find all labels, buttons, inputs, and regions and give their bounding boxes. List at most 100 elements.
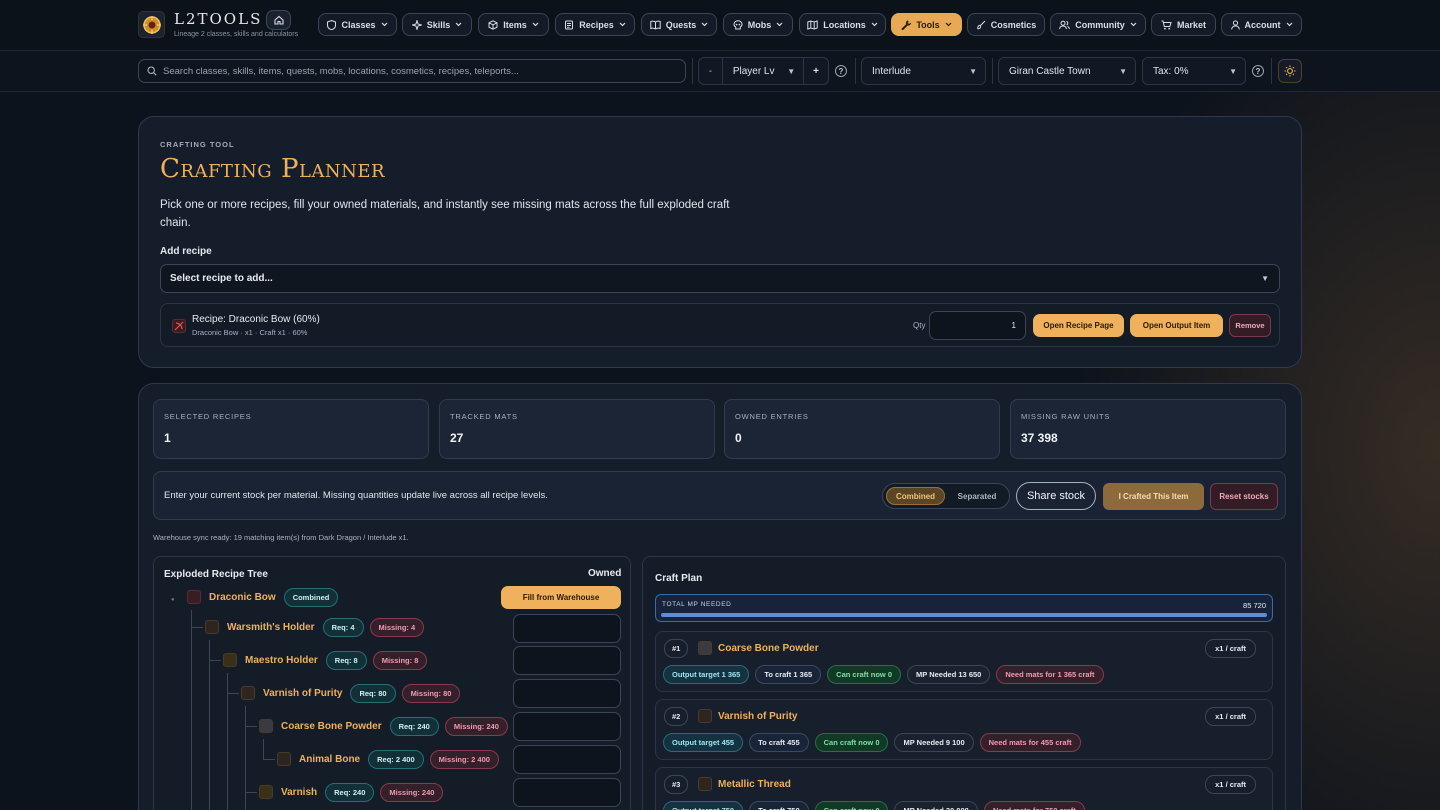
to-craft-chip: To craft 1 365 [755,665,822,684]
level-decrement-button[interactable]: - [699,58,723,84]
step-item-name[interactable]: Metallic Thread [718,779,791,790]
nav-items[interactable]: Items [478,13,549,36]
tree-node: Varnish Req: 240 Missing: 240 [259,782,444,802]
search-icon [147,66,157,76]
recipe-select-placeholder: Select recipe to add... [170,273,273,284]
mp-value: 85 720 [1243,601,1266,610]
add-recipe-label: Add recipe [160,246,212,257]
tree-node-name[interactable]: Varnish of Purity [263,688,342,699]
tree-node: Maestro Holder Req: 8 Missing: 8 [223,650,428,670]
mp-needed-chip: MP Needed 9 100 [894,733,974,752]
chronicle-select[interactable]: Interlude ▼ [861,57,986,85]
owned-input[interactable] [513,778,621,807]
nav-label: Mobs [747,19,772,30]
reset-stocks-button[interactable]: Reset stocks [1210,483,1278,510]
mp-label: TOTAL MP NEEDED [662,601,732,608]
varnish-icon [259,785,273,799]
nav-market[interactable]: Market [1151,13,1216,36]
nav-skills[interactable]: Skills [402,13,472,36]
search-input[interactable]: Search classes, skills, items, quests, m… [138,59,686,83]
step-item-name[interactable]: Coarse Bone Powder [718,643,819,654]
caret-down-icon: ▼ [1229,67,1237,76]
theme-toggle-button[interactable] [1278,59,1302,83]
craft-step: #1 Coarse Bone Powder x1 / craft Output … [655,631,1273,692]
nav-account[interactable]: Account [1221,13,1302,36]
nav-label: Market [1176,19,1206,30]
tree-node-name[interactable]: Coarse Bone Powder [281,721,382,732]
tax-select[interactable]: Tax: 0% ▼ [1142,57,1246,85]
help-icon[interactable]: ? [835,65,847,77]
separated-toggle[interactable]: Separated [947,487,1007,505]
tree-node-name[interactable]: Warsmith's Holder [227,622,315,633]
owned-input[interactable] [513,614,621,643]
bow-icon [172,319,186,333]
nav-community[interactable]: Community [1050,13,1146,36]
brand-name[interactable]: L2TOOLS [174,10,262,28]
tree-node: Animal Bone Req: 2 400 Missing: 2 400 [277,749,499,769]
recipe-select[interactable]: Select recipe to add... ▼ [160,264,1280,293]
collapse-dot-icon[interactable]: ● [171,597,175,603]
chevron-down-icon [619,22,626,27]
stat-tracked-mats: TRACKED MATS 27 [439,399,715,459]
caret-down-icon: ▼ [787,67,796,76]
qty-input[interactable]: 1 [929,311,1026,340]
logo-icon[interactable] [138,11,165,38]
craft-step: #3 Metallic Thread x1 / craft Output tar… [655,767,1273,810]
owned-input[interactable] [513,646,621,675]
missing-badge: Missing: 240 [444,716,508,736]
nav-tools[interactable]: Tools [891,13,962,36]
step-number: #2 [664,707,689,726]
tree-node-name[interactable]: Animal Bone [299,754,360,765]
share-stock-button[interactable]: Share stock [1016,482,1096,510]
recipe-name: Recipe: Draconic Bow (60%) [192,314,320,325]
nav-quests[interactable]: Quests [641,13,717,36]
fill-from-warehouse-button[interactable]: Fill from Warehouse [501,586,621,609]
home-button[interactable] [266,10,291,30]
town-select[interactable]: Giran Castle Town ▼ [998,57,1136,85]
crafted-item-button[interactable]: I Crafted This Item [1103,483,1204,510]
player-level-select[interactable]: Player Lv ▼ [723,58,805,84]
tree-connector [245,706,246,810]
tree-node-name[interactable]: Draconic Bow [209,592,276,603]
owned-input[interactable] [513,745,621,774]
nav-classes[interactable]: Classes [318,13,397,36]
thread-icon [698,777,712,791]
step-item-name[interactable]: Varnish of Purity [718,711,797,722]
stat-label: MISSING RAW UNITS [1021,412,1111,421]
open-output-item-button[interactable]: Open Output Item [1130,314,1223,337]
open-recipe-page-button[interactable]: Open Recipe Page [1033,314,1124,337]
level-increment-button[interactable]: + [804,58,828,84]
required-badge: Req: 240 [389,716,439,736]
powder-icon [259,719,273,733]
caret-down-icon: ▼ [969,67,977,76]
missing-badge: Missing: 8 [372,650,428,670]
divider [1271,58,1272,84]
owned-input[interactable] [513,679,621,708]
stat-value: 27 [450,431,464,445]
chevron-down-icon [701,22,708,27]
tree-node-name[interactable]: Maestro Holder [245,655,318,666]
nav-cosmetics[interactable]: Cosmetics [967,13,1045,36]
per-craft-badge: x1 / craft [1205,775,1256,794]
page-title: Crafting Planner [160,154,386,184]
sun-icon [1284,65,1296,77]
remove-recipe-button[interactable]: Remove [1229,314,1271,337]
help-icon[interactable]: ? [1252,65,1264,77]
stat-value: 37 398 [1021,431,1058,445]
tree-connector [227,693,239,694]
nav-mobs[interactable]: Mobs [723,13,793,36]
chevron-down-icon [1130,22,1137,27]
tree-node-root: Draconic Bow Combined [187,587,339,607]
nav-recipes[interactable]: Recipes [555,13,635,36]
per-craft-badge: x1 / craft [1205,707,1256,726]
owned-input[interactable] [513,712,621,741]
powder-icon [698,641,712,655]
wrench-icon [901,19,912,30]
nav-locations[interactable]: Locations [799,13,886,36]
tree-node-name[interactable]: Varnish [281,787,317,798]
combined-toggle[interactable]: Combined [886,487,945,505]
stat-value: 0 [735,431,742,445]
step-number: #1 [664,639,689,658]
nav-label: Skills [426,19,451,30]
stat-label: SELECTED RECIPES [164,412,252,421]
